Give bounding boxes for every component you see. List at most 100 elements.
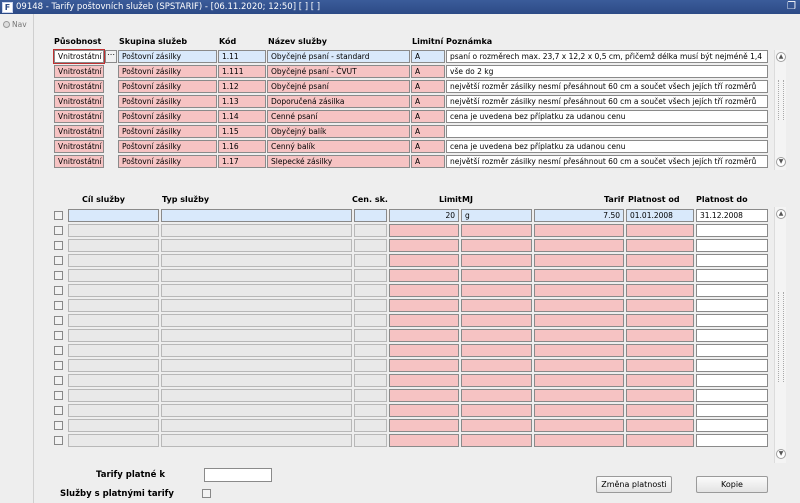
zmena-platnosti-button[interactable]: Změna platnosti [596, 476, 672, 493]
detail-cell-od[interactable] [626, 434, 694, 447]
master-scrollbar[interactable]: ▲ ▼ [774, 50, 786, 170]
master-cell-poznamka[interactable]: největší rozměr zásilky nesmí přesáhnout… [446, 80, 768, 93]
detail-cell-censk[interactable] [354, 224, 387, 237]
master-cell-poznamka[interactable]: psaní o rozměrech max. 23,7 x 12,2 x 0,5… [446, 50, 768, 63]
detail-cell-tarif[interactable] [534, 389, 624, 402]
detail-cell-limit[interactable] [389, 254, 459, 267]
tarify-platne-input[interactable] [204, 468, 272, 482]
detail-cell-do[interactable] [696, 314, 768, 327]
detail-cell-cil[interactable] [68, 344, 159, 357]
detail-cell-cil[interactable] [68, 359, 159, 372]
master-cell-poznamka[interactable]: cena je uvedena bez příplatku za udanou … [446, 140, 768, 153]
detail-cell-censk[interactable] [354, 344, 387, 357]
kopie-button[interactable]: Kopie [696, 476, 768, 493]
detail-cell-od[interactable] [626, 374, 694, 387]
detail-cell-tarif[interactable] [534, 239, 624, 252]
row-select-checkbox[interactable] [54, 376, 63, 385]
detail-cell-typ[interactable] [161, 209, 352, 222]
detail-cell-cil[interactable] [68, 209, 159, 222]
detail-cell-limit[interactable] [389, 329, 459, 342]
row-select-checkbox[interactable] [54, 226, 63, 235]
detail-cell-tarif[interactable] [534, 419, 624, 432]
detail-cell-typ[interactable] [161, 239, 352, 252]
detail-cell-limit[interactable] [389, 299, 459, 312]
detail-cell-tarif[interactable] [534, 329, 624, 342]
detail-cell-cil[interactable] [68, 404, 159, 417]
detail-cell-typ[interactable] [161, 359, 352, 372]
detail-cell-od[interactable] [626, 299, 694, 312]
detail-cell-limit[interactable] [389, 314, 459, 327]
master-cell-limitni[interactable]: A [411, 65, 445, 78]
detail-cell-tarif[interactable] [534, 269, 624, 282]
detail-cell-cil[interactable] [68, 254, 159, 267]
master-cell-nazev[interactable]: Obyčejné psaní [267, 80, 410, 93]
detail-cell-mj[interactable] [461, 269, 532, 282]
detail-cell-limit[interactable] [389, 224, 459, 237]
detail-cell-censk[interactable] [354, 239, 387, 252]
detail-cell-cil[interactable] [68, 299, 159, 312]
detail-cell-mj[interactable] [461, 254, 532, 267]
row-select-checkbox[interactable] [54, 286, 63, 295]
detail-cell-typ[interactable] [161, 299, 352, 312]
master-cell-kod[interactable]: 1.12 [218, 80, 266, 93]
detail-cell-typ[interactable] [161, 344, 352, 357]
detail-cell-cil[interactable] [68, 314, 159, 327]
detail-cell-od[interactable] [626, 224, 694, 237]
master-cell-kod[interactable]: 1.11 [218, 50, 266, 63]
detail-cell-do[interactable]: 31.12.2008 [696, 209, 768, 222]
master-cell-nazev[interactable]: Obyčejné psaní - standard [267, 50, 410, 63]
row-select-checkbox[interactable] [54, 256, 63, 265]
scroll-grip[interactable] [778, 292, 784, 382]
detail-cell-censk[interactable] [354, 329, 387, 342]
detail-cell-limit[interactable] [389, 284, 459, 297]
detail-cell-cil[interactable] [68, 329, 159, 342]
master-cell-kod[interactable]: 1.17 [218, 155, 266, 168]
detail-cell-mj[interactable] [461, 284, 532, 297]
detail-cell-cil[interactable] [68, 374, 159, 387]
detail-cell-typ[interactable] [161, 224, 352, 237]
detail-cell-censk[interactable] [354, 404, 387, 417]
master-cell-skupina[interactable]: Poštovní zásilky [118, 110, 217, 123]
detail-cell-do[interactable] [696, 374, 768, 387]
detail-cell-do[interactable] [696, 434, 768, 447]
detail-cell-tarif[interactable] [534, 254, 624, 267]
master-cell-poznamka[interactable]: cena je uvedena bez příplatku za udanou … [446, 110, 768, 123]
detail-cell-typ[interactable] [161, 419, 352, 432]
detail-cell-mj[interactable] [461, 239, 532, 252]
detail-cell-typ[interactable] [161, 269, 352, 282]
detail-cell-cil[interactable] [68, 239, 159, 252]
detail-cell-mj[interactable] [461, 314, 532, 327]
detail-cell-do[interactable] [696, 299, 768, 312]
master-cell-limitni[interactable]: A [411, 140, 445, 153]
master-cell-nazev[interactable]: Cenný balík [267, 140, 410, 153]
row-select-checkbox[interactable] [54, 241, 63, 250]
detail-cell-typ[interactable] [161, 329, 352, 342]
master-cell-nazev[interactable]: Cenné psaní [267, 110, 410, 123]
detail-cell-typ[interactable] [161, 254, 352, 267]
detail-cell-od[interactable] [626, 419, 694, 432]
detail-cell-tarif[interactable] [534, 224, 624, 237]
detail-cell-cil[interactable] [68, 269, 159, 282]
detail-cell-mj[interactable] [461, 299, 532, 312]
detail-cell-tarif[interactable] [534, 344, 624, 357]
master-cell-kod[interactable]: 1.16 [218, 140, 266, 153]
detail-cell-mj[interactable] [461, 434, 532, 447]
detail-cell-cil[interactable] [68, 389, 159, 402]
master-cell-skupina[interactable]: Poštovní zásilky [118, 140, 217, 153]
detail-cell-od[interactable] [626, 269, 694, 282]
master-cell-poznamka[interactable] [446, 125, 768, 138]
master-cell-skupina[interactable]: Poštovní zásilky [118, 95, 217, 108]
master-cell-limitni[interactable]: A [411, 125, 445, 138]
detail-cell-do[interactable] [696, 344, 768, 357]
detail-cell-od[interactable] [626, 389, 694, 402]
detail-cell-typ[interactable] [161, 284, 352, 297]
detail-cell-limit[interactable] [389, 239, 459, 252]
detail-cell-typ[interactable] [161, 374, 352, 387]
detail-cell-do[interactable] [696, 329, 768, 342]
detail-cell-od[interactable] [626, 329, 694, 342]
detail-cell-do[interactable] [696, 359, 768, 372]
row-select-checkbox[interactable] [54, 346, 63, 355]
detail-cell-censk[interactable] [354, 389, 387, 402]
row-select-checkbox[interactable] [54, 331, 63, 340]
detail-cell-tarif[interactable] [534, 404, 624, 417]
